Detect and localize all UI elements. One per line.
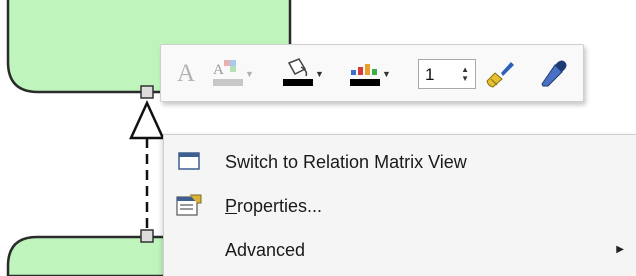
fill-color-dropdown[interactable]: ▼ bbox=[315, 69, 327, 79]
font-icon-glyph: A bbox=[176, 60, 196, 87]
properties-icon bbox=[174, 191, 204, 219]
line-width-spinner[interactable]: 1 ▲ ▼ bbox=[418, 59, 476, 89]
format-toolbar: A A ▼ ▼ ▼ 1 ▲ ▼ bbox=[160, 44, 584, 102]
fill-color-icon bbox=[283, 58, 313, 86]
connector-handle-top[interactable] bbox=[140, 85, 154, 99]
font-color-icon: A bbox=[213, 60, 243, 86]
connector-handle-bottom[interactable] bbox=[140, 229, 154, 243]
font-color-button: A ▼ bbox=[211, 45, 257, 103]
svg-text:A: A bbox=[213, 62, 224, 78]
menu-item-label-rest: roperties... bbox=[237, 196, 323, 216]
menu-item-switch-to-relation-matrix[interactable]: Switch to Relation Matrix View bbox=[164, 141, 636, 183]
format-painter-button[interactable] bbox=[483, 45, 517, 103]
line-width-value[interactable]: 1 bbox=[425, 65, 434, 85]
menu-item-label: Properties... bbox=[225, 196, 322, 217]
line-color-icon bbox=[350, 64, 380, 86]
chevron-down-icon[interactable]: ▼ bbox=[461, 75, 469, 83]
color-picker-icon bbox=[541, 60, 567, 87]
line-color-dropdown[interactable]: ▼ bbox=[382, 69, 394, 79]
submenu-arrow-icon: ▶ bbox=[616, 244, 624, 255]
font-icon[interactable]: A bbox=[169, 45, 203, 103]
context-menu: Switch to Relation Matrix View Propertie… bbox=[163, 134, 636, 276]
color-picker-button[interactable] bbox=[536, 45, 570, 103]
access-key-letter: P bbox=[225, 196, 238, 216]
format-painter-icon bbox=[486, 62, 514, 88]
menu-item-label: Switch to Relation Matrix View bbox=[225, 152, 467, 172]
line-color-button: ▼ bbox=[348, 45, 394, 103]
menu-item-label: Advanced bbox=[225, 240, 306, 260]
matrix-view-icon bbox=[174, 147, 204, 175]
font-color-dropdown[interactable]: ▼ bbox=[245, 69, 257, 79]
menu-item-advanced[interactable]: Advanced ▶ bbox=[164, 229, 636, 271]
fill-color-button: ▼ bbox=[281, 45, 327, 103]
chevron-up-icon[interactable]: ▲ bbox=[461, 66, 469, 74]
generalization-arrowhead bbox=[129, 99, 165, 140]
menu-item-properties[interactable]: Properties... bbox=[164, 185, 636, 227]
diagram-node-bottom[interactable] bbox=[6, 235, 182, 276]
